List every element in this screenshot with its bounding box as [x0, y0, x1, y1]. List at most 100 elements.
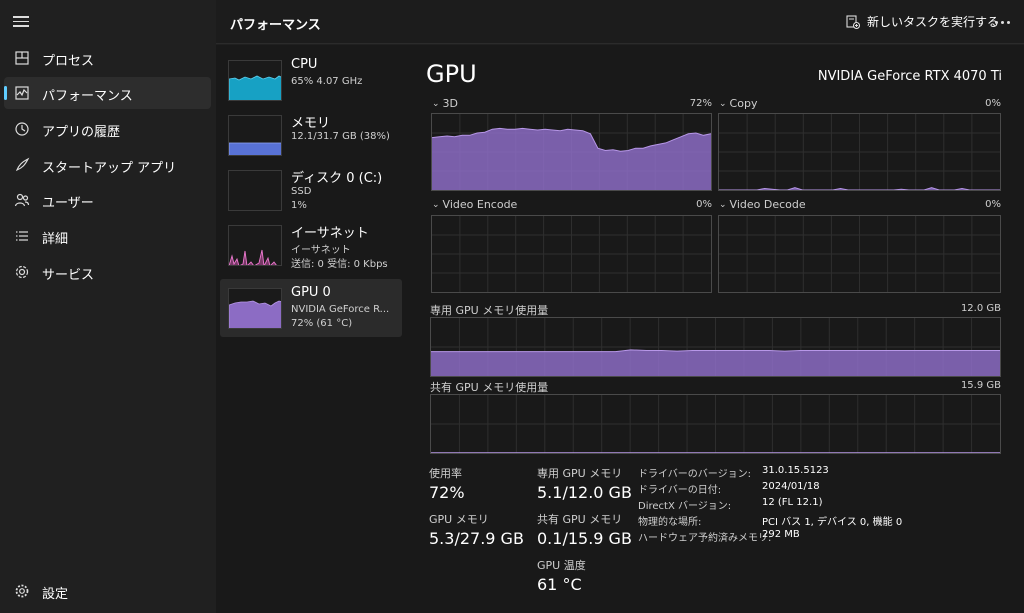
- graph-label: 3D: [442, 97, 459, 110]
- performance-panel: CPU 65% 4.07 GHz メモリ 12.1/31.7 GB (38%) …: [216, 45, 1024, 613]
- device-name: GPU 0: [291, 285, 331, 300]
- performance-icon: [15, 86, 29, 100]
- device-thumbnail: [228, 225, 282, 266]
- chevron-down-icon: ⌄: [719, 199, 727, 210]
- graph-label-dedicated-memory: 専用 GPU メモリ使用量: [430, 304, 549, 317]
- history-icon: [15, 122, 29, 136]
- gpu-thumbnail-graph: [229, 300, 281, 328]
- shared-memory-value: 0.1/15.9 GB: [537, 529, 632, 548]
- sidebar-item-performance[interactable]: パフォーマンス: [4, 77, 211, 109]
- gpu-memory-value: 5.3/27.9 GB: [429, 529, 524, 548]
- run-new-task-button[interactable]: 新しいタスクを実行する: [846, 13, 999, 30]
- ethernet-thumbnail-graph: [229, 249, 277, 265]
- property-key: DirectX バージョン:: [638, 501, 732, 512]
- sidebar-item-details[interactable]: 詳細: [4, 220, 211, 252]
- device-detail: 1%: [291, 200, 307, 211]
- device-item-gpu[interactable]: GPU 0 NVIDIA GeForce R... 72% (61 °C): [220, 279, 402, 337]
- graph-selector-video-encode[interactable]: ⌄ Video Encode: [432, 198, 517, 211]
- property-value: 292 MB: [762, 529, 800, 540]
- device-item-ethernet[interactable]: イーサネット イーサネット 送信: 0 受信: 0 Kbps: [220, 216, 402, 274]
- graph-max: 15.9 GB: [960, 380, 1001, 391]
- graph-video-decode: [718, 215, 1001, 293]
- startup-icon: [15, 157, 30, 172]
- graph-max: 0%: [985, 199, 1001, 210]
- active-indicator: [4, 86, 7, 100]
- device-thumbnail: [228, 115, 282, 156]
- property-key: ドライバーの日付:: [638, 485, 722, 496]
- property-value: 31.0.15.5123: [762, 465, 829, 476]
- device-thumbnail: [228, 288, 282, 329]
- property-key: 物理的な場所:: [638, 517, 702, 528]
- shared-memory-label: 共有 GPU メモリ: [537, 513, 623, 526]
- graph-max: 0%: [985, 98, 1001, 109]
- sidebar-item-label: アプリの履歴: [42, 125, 121, 140]
- gear-icon: [15, 584, 29, 598]
- utilization-value: 72%: [429, 483, 465, 502]
- utilization-label: 使用率: [429, 467, 462, 480]
- device-item-disk[interactable]: ディスク 0 (C:) SSD 1%: [220, 161, 402, 219]
- gpu-video-encode-svg: [432, 216, 711, 292]
- device-thumbnail: [228, 170, 282, 211]
- menu-icon[interactable]: [13, 14, 29, 28]
- more-options-icon[interactable]: [992, 13, 1012, 31]
- graph-selector-copy[interactable]: ⌄ Copy: [719, 97, 757, 110]
- sidebar-item-settings[interactable]: 設定: [4, 575, 211, 607]
- property-value: PCI バス 1, デバイス 0, 機能 0: [762, 517, 903, 528]
- device-name: CPU: [291, 57, 318, 72]
- dedicated-memory-series-area: [431, 349, 1000, 376]
- graph-label: Video Decode: [729, 198, 806, 211]
- gpu-temperature-value: 61 °C: [537, 575, 582, 594]
- header-bar: パフォーマンス 新しいタスクを実行する: [216, 0, 1024, 44]
- gpu-3d-series-svg: [432, 114, 711, 190]
- gpu-memory-label: GPU メモリ: [429, 513, 489, 526]
- sidebar-item-label: 詳細: [42, 232, 69, 247]
- gpu-model-name: NVIDIA GeForce RTX 4070 Ti: [817, 69, 1002, 84]
- graph-label: Copy: [729, 97, 758, 110]
- sidebar-item-label: サービス: [42, 268, 95, 283]
- gpu-title: GPU: [426, 60, 477, 88]
- device-thumbnail: [228, 60, 282, 101]
- users-icon: [14, 193, 30, 207]
- device-name: イーサネット: [291, 226, 369, 241]
- device-detail: SSD: [291, 186, 312, 197]
- dedicated-memory-series-svg: [431, 318, 1000, 376]
- sidebar-item-label: パフォーマンス: [42, 89, 133, 104]
- chevron-down-icon: ⌄: [432, 98, 440, 109]
- sidebar-item-services[interactable]: サービス: [4, 256, 211, 288]
- details-icon: [16, 231, 28, 241]
- graph-shared-memory: [430, 394, 1001, 454]
- sidebar-item-processes[interactable]: プロセス: [4, 42, 211, 74]
- sidebar-item-startup[interactable]: スタートアップ アプリ: [4, 149, 211, 181]
- device-item-cpu[interactable]: CPU 65% 4.07 GHz: [220, 51, 402, 109]
- graph-selector-3d[interactable]: ⌄ 3D: [432, 97, 458, 110]
- graph-label: Video Encode: [442, 198, 518, 211]
- device-item-memory[interactable]: メモリ 12.1/31.7 GB (38%): [220, 106, 402, 164]
- shared-memory-series-svg: [431, 395, 1000, 453]
- device-detail: 送信: 0 受信: 0 Kbps: [291, 259, 388, 270]
- sidebar-item-users[interactable]: ユーザー: [4, 184, 211, 216]
- run-task-label: 新しいタスクを実行する: [867, 15, 1000, 29]
- processes-icon: [15, 51, 29, 65]
- graph-max: 72%: [689, 98, 712, 109]
- chevron-down-icon: ⌄: [719, 98, 727, 109]
- device-detail: 12.1/31.7 GB (38%): [291, 131, 390, 142]
- graph-selector-video-decode[interactable]: ⌄ Video Decode: [719, 198, 806, 211]
- run-task-icon: [846, 14, 860, 29]
- device-name: ディスク 0 (C:): [291, 171, 383, 186]
- sidebar-item-app-history[interactable]: アプリの履歴: [4, 113, 211, 145]
- graph-copy: [718, 113, 1001, 191]
- property-key: ドライバーのバージョン:: [638, 469, 751, 480]
- gpu-3d-series-area: [432, 128, 711, 190]
- device-name: メモリ: [291, 116, 331, 131]
- sidebar-item-label: ユーザー: [42, 196, 94, 211]
- sidebar-item-label: プロセス: [42, 54, 95, 69]
- sidebar-item-label: スタートアップ アプリ: [42, 161, 177, 176]
- graph-video-encode: [431, 215, 712, 293]
- gpu-temperature-label: GPU 温度: [537, 559, 586, 572]
- device-detail: 65% 4.07 GHz: [291, 76, 363, 87]
- chevron-down-icon: ⌄: [432, 199, 440, 210]
- graph-label-shared-memory: 共有 GPU メモリ使用量: [430, 381, 549, 394]
- sidebar-item-label: 設定: [42, 587, 69, 602]
- dedicated-memory-value: 5.1/12.0 GB: [537, 483, 632, 502]
- disk-thumbnail-graph: [229, 171, 282, 211]
